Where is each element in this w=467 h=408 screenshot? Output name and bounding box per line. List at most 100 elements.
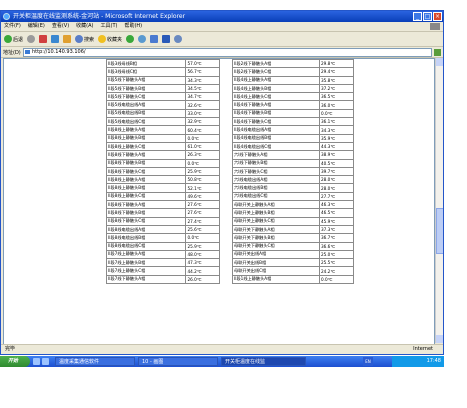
sensor-name-cell: II段8线电缆出线A相 <box>105 224 187 235</box>
window-title: 开关柜温度在线监测系统-金河站 - Microsoft Internet Exp… <box>13 13 186 20</box>
temperature-cell: 0.0℃ <box>185 133 220 143</box>
temperature-cell: 61.0℃ <box>185 141 220 152</box>
go-button[interactable] <box>434 48 441 56</box>
start-button[interactable]: 开始 <box>0 356 30 367</box>
scroll-down-button[interactable] <box>436 335 443 343</box>
table-row: II段8线上静触头B相 52.1℃ <box>105 183 220 193</box>
table-row: 母联开关上静触头C相 45.9℃ <box>231 216 354 226</box>
status-bar: 完毕 Internet <box>1 344 443 354</box>
sensor-name-cell: II段8线上静触头B相 <box>105 183 187 193</box>
table-row: II段8线下静触头B相 0.0℃ <box>105 158 220 168</box>
table-row: 母联开关下静触头A相 37.3℃ <box>231 224 354 235</box>
refresh-icon[interactable] <box>51 35 60 43</box>
temperature-cell: 35.9℃ <box>319 133 354 143</box>
sensor-name-cell: II段8线电缆出线C相 <box>105 241 187 251</box>
sensor-name-cell: II段8线电缆出线B相 <box>105 233 187 243</box>
table-row: II段2线下静触头A相 29.8℃ <box>231 59 354 69</box>
sensor-name-cell: II段8线下静触头A相 <box>105 200 187 210</box>
temperature-cell: 25.5℃ <box>319 258 354 268</box>
status-text: 完毕 <box>5 346 16 352</box>
menu-tools[interactable]: 工具(T) <box>101 22 118 31</box>
temperature-cell: 35.8℃ <box>319 75 354 85</box>
taskbar: 开始 温度采集通信软件 10 - 画图 开关柜温度在线监 EN 17:48 <box>0 356 444 367</box>
status-zone: Internet <box>413 346 433 352</box>
temperature-cell: 56.7℃ <box>185 67 220 77</box>
table-row: II段4线上静触头A相 35.8℃ <box>231 75 354 85</box>
sensor-name-cell: II段8线上静触头A相 <box>105 175 187 185</box>
temperature-cell: 34.5℃ <box>185 83 220 94</box>
sensor-name-cell: II段4线下静触头C相 <box>231 117 321 127</box>
temperature-cell: 60.4℃ <box>185 125 220 135</box>
stop-icon[interactable] <box>39 35 48 43</box>
address-bar: 地址(D) http://10.140.93.106/ <box>1 47 443 58</box>
scroll-thumb[interactable] <box>436 208 443 254</box>
forward-arrow-icon[interactable] <box>27 35 36 43</box>
address-input[interactable]: http://10.140.93.106/ <box>23 47 432 57</box>
temperature-cell: 46.3℃ <box>319 200 354 210</box>
temperature-cell: 0.0℃ <box>319 108 354 119</box>
maximize-button[interactable]: □ <box>423 12 432 21</box>
clock[interactable]: 17:48 <box>427 358 441 364</box>
scroll-up-button[interactable] <box>436 58 443 66</box>
sensor-name-cell: II段8线上静触头A相 <box>105 125 187 135</box>
sensor-name-cell: II段1线上静触头A相 <box>231 274 321 285</box>
sensor-name-cell: 母联开关上静触头A相 <box>231 200 321 210</box>
sensor-name-cell: 母联开关下静触头A相 <box>231 224 321 235</box>
sensor-name-cell: II段2线下静触头A相 <box>231 59 321 69</box>
sensor-name-cell: II段8线下静触头B相 <box>105 158 187 168</box>
temperature-cell: 25.9℃ <box>185 166 220 177</box>
ie-quicklaunch-icon[interactable] <box>42 358 49 365</box>
sensor-name-cell: 六I线下静触头C相 <box>231 166 321 177</box>
temperature-cell: 47.3℃ <box>185 258 220 268</box>
edit-icon[interactable] <box>162 35 171 43</box>
menu-favorites[interactable]: 收藏(A) <box>76 22 93 31</box>
table-row: II段5线下静触头A相 34.3℃ <box>105 75 220 85</box>
table-row: II段4线电缆出线B相 35.9℃ <box>231 133 354 143</box>
temperature-cell: 0.0℃ <box>319 274 354 285</box>
sensor-name-cell: II段3线母线B相 <box>105 59 187 69</box>
language-indicator[interactable]: EN <box>363 357 373 366</box>
minimize-button[interactable]: _ <box>413 12 422 21</box>
temperature-cell: 44.2℃ <box>185 266 220 276</box>
mail-icon[interactable] <box>138 35 147 43</box>
table-row: 母联开关出线A相 25.0℃ <box>231 249 354 260</box>
desktop-icon[interactable] <box>33 358 40 365</box>
sensor-name-cell: II段3线母线C相 <box>105 67 187 77</box>
sensor-name-cell: II段4线电缆出线B相 <box>231 133 321 143</box>
sensor-name-cell: 母联开关出线C相 <box>231 266 321 276</box>
sensor-name-cell: 六I线电缆出线A相 <box>231 175 321 185</box>
menu-edit[interactable]: 编辑(E) <box>28 22 45 31</box>
close-button[interactable]: × <box>433 12 442 21</box>
address-label: 地址(D) <box>3 49 21 56</box>
menu-file[interactable]: 文件(F) <box>4 22 21 31</box>
menu-bar: 文件(F) 编辑(E) 查看(V) 收藏(A) 工具(T) 帮助(H) <box>1 22 443 32</box>
media-icon[interactable] <box>126 35 135 43</box>
sensor-name-cell: II段7线上静触头A相 <box>105 249 187 260</box>
table-row: II段7线下静触头A相 26.0℃ <box>105 274 220 285</box>
table-row: II段2线下静触头C相 29.4℃ <box>231 67 354 77</box>
temperature-cell: 27.6℃ <box>185 200 220 210</box>
menu-view[interactable]: 查看(V) <box>52 22 69 31</box>
table-row: II段1线上静触头A相 0.0℃ <box>231 274 354 285</box>
temperature-cell: 36.5℃ <box>319 92 354 102</box>
table-row: II段8线电缆出线B相 0.0℃ <box>105 233 220 243</box>
vertical-scrollbar[interactable] <box>435 58 443 343</box>
task-paint[interactable]: 10 - 画图 <box>138 357 218 366</box>
temperature-cell: 48.0℃ <box>185 249 220 260</box>
print-icon[interactable] <box>150 35 159 43</box>
table-row: 六I线电缆出线C相 27.7℃ <box>231 191 354 202</box>
task-monitor-browser[interactable]: 开关柜温度在线监 <box>221 357 306 366</box>
task-comm-software[interactable]: 温度采集通信软件 <box>55 357 135 366</box>
search-button[interactable]: 搜索 <box>75 35 94 43</box>
home-icon[interactable] <box>63 35 72 43</box>
sensor-name-cell: 六I线下静触头A相 <box>231 150 321 160</box>
menu-help[interactable]: 帮助(H) <box>124 22 142 31</box>
table-row: II段5线下静触头C相 34.7℃ <box>105 92 220 102</box>
temperature-cell: 25.9℃ <box>185 241 220 251</box>
temperature-cell: 25.6℃ <box>185 224 220 235</box>
favorites-button[interactable]: 收藏夹 <box>98 35 122 43</box>
back-button[interactable]: 后退 <box>4 35 23 43</box>
temperature-cell: 49.6℃ <box>185 191 220 202</box>
messenger-icon[interactable] <box>174 35 183 43</box>
temperature-cell: 37.3℃ <box>319 224 354 235</box>
